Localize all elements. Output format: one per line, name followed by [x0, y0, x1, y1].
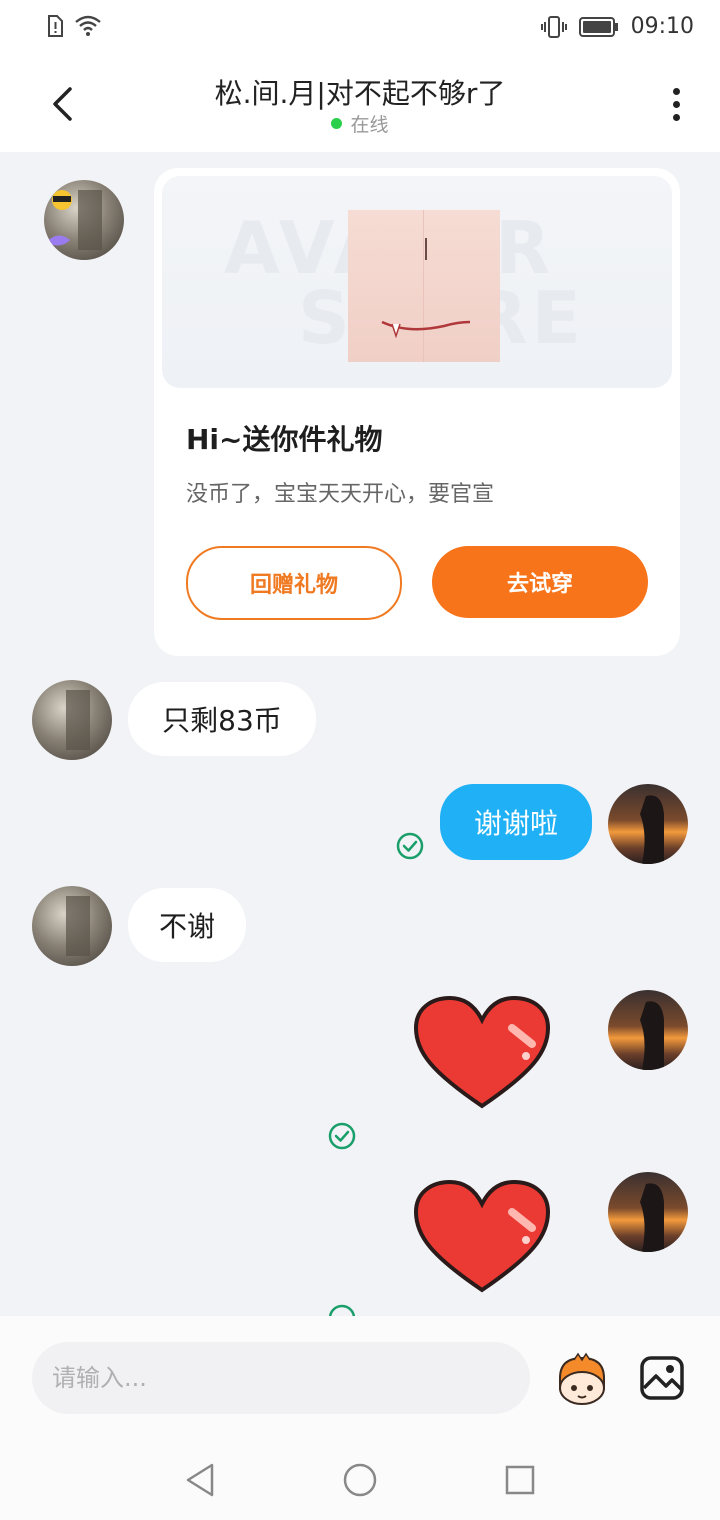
battery-icon	[578, 16, 618, 37]
heart-sticker[interactable]	[412, 994, 552, 1112]
status-bar: 09:10	[0, 0, 720, 56]
try-on-button[interactable]: 去试穿	[432, 546, 648, 618]
my-avatar[interactable]	[608, 990, 688, 1070]
presence-label: 在线	[350, 114, 389, 136]
nav-home-button[interactable]	[340, 1460, 380, 1500]
nav-recents-button[interactable]	[500, 1460, 540, 1500]
message-bubble-outgoing[interactable]: 谢谢啦	[440, 784, 592, 860]
composer-bar	[0, 1316, 720, 1440]
gift-item-image	[348, 210, 500, 362]
message-bubble-incoming[interactable]: 只剩83币	[128, 682, 316, 756]
online-dot	[331, 118, 343, 129]
image-button[interactable]	[638, 1354, 686, 1402]
emoji-mascot-icon	[559, 1352, 605, 1405]
vibrate-icon	[540, 15, 567, 38]
message-input[interactable]	[32, 1342, 530, 1414]
more-vertical-icon	[672, 87, 680, 95]
emoji-button[interactable]	[554, 1352, 610, 1408]
nav-back-button[interactable]	[180, 1460, 220, 1500]
my-avatar[interactable]	[608, 784, 688, 864]
back-button[interactable]	[40, 82, 84, 126]
message-bubble-incoming[interactable]: 不谢	[128, 888, 246, 962]
return-gift-button[interactable]: 回赠礼物	[186, 546, 402, 620]
gift-banner: AVATAR STORE	[162, 176, 672, 388]
check-circle-icon	[328, 1122, 356, 1150]
presence-status: 在线	[110, 110, 610, 137]
sim-alert-icon	[48, 15, 63, 37]
chat-header: 松.间.月|对不起不够r了 在线	[0, 56, 720, 152]
circle-home-icon	[343, 1463, 377, 1497]
wifi-icon	[75, 15, 101, 36]
status-left-icons	[46, 14, 102, 38]
clock: 09:10	[630, 14, 694, 39]
check-circle-icon	[396, 832, 424, 860]
more-options-button[interactable]	[660, 82, 692, 126]
gift-description: 没币了，宝宝天天开心，要官宣	[186, 482, 495, 507]
check-circle-icon	[328, 1304, 356, 1316]
heart-sticker[interactable]	[412, 1178, 552, 1296]
contact-avatar[interactable]	[44, 180, 124, 260]
gift-card[interactable]: AVATAR STORE Hi~送你件礼物 没币了，宝宝天天开心，要官宣 回赠礼…	[154, 168, 680, 656]
gift-title: Hi~送你件礼物	[186, 423, 383, 456]
avatar-image	[46, 190, 102, 250]
chevron-left-icon	[53, 87, 72, 121]
system-nav-bar	[0, 1440, 720, 1520]
status-right-icons: 09:10	[540, 14, 694, 39]
square-recents-icon	[505, 1465, 535, 1495]
image-icon	[640, 1356, 684, 1400]
chat-title: 松.间.月|对不起不够r了	[214, 77, 506, 110]
contact-avatar[interactable]	[32, 680, 112, 760]
triangle-back-icon	[186, 1463, 214, 1497]
contact-avatar[interactable]	[32, 886, 112, 966]
my-avatar[interactable]	[608, 1172, 688, 1252]
